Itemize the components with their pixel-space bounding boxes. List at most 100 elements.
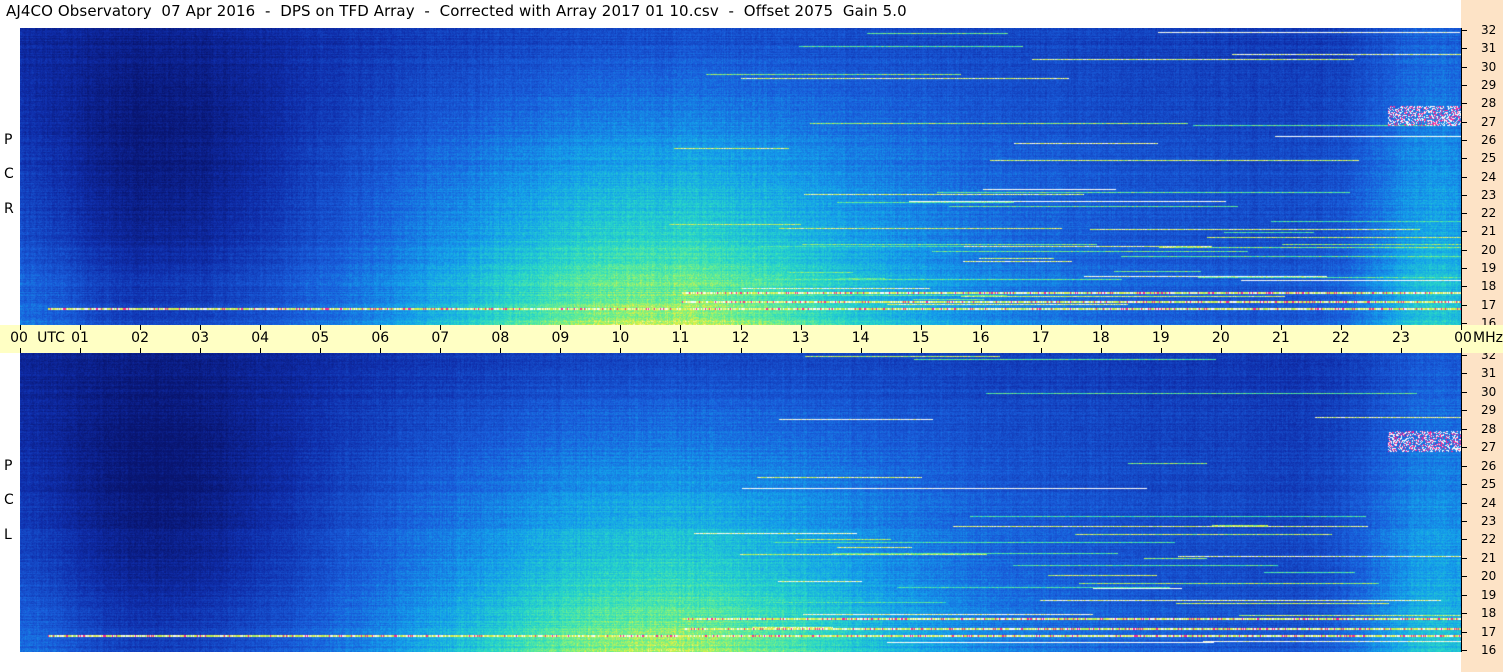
y-tick xyxy=(1461,613,1467,615)
y-tick-label: 28 xyxy=(1481,421,1497,436)
x-tick xyxy=(1340,325,1342,330)
x-tick-label: 02 xyxy=(131,330,149,346)
y-tick-label: 16 xyxy=(1481,643,1497,657)
x-tick xyxy=(320,325,322,330)
x-tick-label: 15 xyxy=(911,330,930,346)
rcp-frequency-axis: 32 31 30 29 28 27 26 25 24 23 22 21 20 19 18 17 16 xyxy=(1461,24,1503,329)
y-tick xyxy=(1461,447,1467,449)
y-tick xyxy=(1461,428,1467,430)
y-tick-label: 24 xyxy=(1481,495,1497,510)
x-tick xyxy=(140,348,142,353)
x-tick xyxy=(1040,348,1042,353)
x-tick-label: 20 xyxy=(1211,330,1230,346)
y-tick xyxy=(1461,650,1467,651)
x-tick xyxy=(440,348,442,353)
utc-time-axis: 00 01 02 03 04 05 06 07 08 09 10 11 12 13 14 15 16 17 18 19… xyxy=(0,325,1503,353)
x-tick-label: 03 xyxy=(191,330,210,346)
x-tick xyxy=(80,348,82,353)
x-tick-label: 09 xyxy=(551,330,570,346)
y-tick xyxy=(1461,520,1467,522)
y-tick-label: 30 xyxy=(1481,59,1497,74)
x-tick xyxy=(980,325,982,330)
x-tick-label: 18 xyxy=(1091,330,1110,346)
y-tick xyxy=(1461,84,1467,86)
x-tick xyxy=(920,325,922,330)
x-tick xyxy=(620,325,622,330)
y-tick xyxy=(1461,66,1467,68)
x-tick-label: 13 xyxy=(791,330,810,346)
x-tick-label: 08 xyxy=(491,330,510,346)
y-tick xyxy=(1461,286,1467,288)
y-tick-label: 22 xyxy=(1481,532,1497,547)
page-title: AJ4CO Observatory 07 Apr 2016 - DPS on T… xyxy=(6,2,907,20)
y-tick-label: 27 xyxy=(1481,114,1497,129)
y-tick-label: 29 xyxy=(1481,77,1497,92)
x-tick xyxy=(1100,348,1102,353)
rcp-letter-r: R xyxy=(4,201,14,217)
x-tick-label: 00 xyxy=(1454,330,1472,346)
x-tick-label: 04 xyxy=(251,330,270,346)
y-tick xyxy=(1461,139,1467,141)
x-tick xyxy=(860,348,862,353)
x-tick-label: 22 xyxy=(1331,330,1350,346)
x-tick xyxy=(560,325,562,330)
y-tick xyxy=(1461,103,1467,105)
y-tick xyxy=(1461,48,1467,50)
x-tick xyxy=(860,325,862,330)
y-tick-label: 23 xyxy=(1481,187,1497,202)
x-tick-label: 16 xyxy=(971,330,990,346)
y-tick-label: 25 xyxy=(1481,151,1497,166)
y-tick-label: 28 xyxy=(1481,96,1497,111)
x-tick xyxy=(1400,348,1402,353)
rcp-letter-p: P xyxy=(4,132,13,148)
x-tick xyxy=(500,348,502,353)
x-tick xyxy=(1160,325,1162,330)
y-tick xyxy=(1461,158,1467,160)
x-tick xyxy=(1280,348,1282,353)
lcp-polarization-label: P C L xyxy=(0,353,20,652)
y-tick-label: 18 xyxy=(1481,606,1497,621)
y-tick-label: 31 xyxy=(1481,366,1497,381)
x-tick xyxy=(200,325,202,330)
y-tick-label: 25 xyxy=(1481,477,1497,492)
x-tick xyxy=(680,325,682,330)
y-tick xyxy=(1461,249,1467,251)
y-tick-label: 24 xyxy=(1481,169,1497,184)
lcp-spectrogram xyxy=(20,353,1461,652)
lcp-letter-l: L xyxy=(4,527,12,543)
x-tick xyxy=(500,325,502,330)
y-tick-label: 27 xyxy=(1481,440,1497,455)
utc-label: UTC xyxy=(37,330,65,346)
x-tick-label: 23 xyxy=(1392,330,1410,346)
x-tick-label: 11 xyxy=(671,330,690,346)
x-tick-label: 19 xyxy=(1151,330,1170,346)
y-tick xyxy=(1461,484,1467,486)
x-tick xyxy=(1461,348,1462,353)
y-tick-label: 20 xyxy=(1481,569,1497,584)
y-tick-label: 21 xyxy=(1481,550,1497,565)
rcp-letter-c: C xyxy=(4,166,14,182)
x-tick-label: 21 xyxy=(1271,330,1290,346)
mhz-label: MHz xyxy=(1473,330,1503,346)
y-tick xyxy=(1461,30,1467,31)
x-tick-label: 05 xyxy=(311,330,330,346)
y-tick xyxy=(1461,373,1467,375)
y-tick xyxy=(1461,323,1467,324)
x-tick xyxy=(380,325,382,330)
x-tick xyxy=(1461,325,1462,330)
y-tick-label: 22 xyxy=(1481,206,1497,221)
x-tick xyxy=(140,325,142,330)
y-tick xyxy=(1461,121,1467,123)
x-tick xyxy=(800,325,802,330)
x-tick xyxy=(1160,348,1162,353)
y-tick xyxy=(1461,410,1467,412)
y-tick-label: 29 xyxy=(1481,403,1497,418)
lcp-frequency-axis: 32 31 30 29 28 27 26 25 24 23 22 21 20 19 18 17 16 xyxy=(1461,349,1503,656)
y-tick-label: 23 xyxy=(1481,513,1497,528)
y-tick xyxy=(1461,176,1467,178)
x-tick xyxy=(1400,325,1402,330)
y-tick xyxy=(1461,594,1467,596)
x-tick xyxy=(440,325,442,330)
x-tick xyxy=(1100,325,1102,330)
x-tick-label: 14 xyxy=(851,330,870,346)
